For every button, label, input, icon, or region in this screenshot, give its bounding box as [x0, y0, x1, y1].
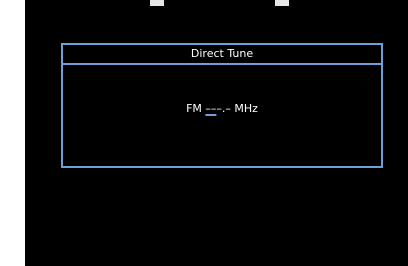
dialog-body: FM –––.– MHz — [63, 65, 381, 168]
screen-edge-notch — [275, 0, 289, 6]
band-label: FM — [186, 102, 202, 115]
remaining-digits: –.– — [216, 102, 231, 115]
tv-screen: Direct Tune FM –––.– MHz — [25, 0, 408, 266]
frequency-entry[interactable]: FM –––.– MHz — [63, 102, 381, 116]
unit-label: MHz — [234, 102, 258, 115]
entry-cursor-digits[interactable]: –– — [205, 102, 216, 115]
dialog-title: Direct Tune — [63, 45, 381, 65]
screen-edge-notch — [150, 0, 164, 6]
direct-tune-dialog: Direct Tune FM –––.– MHz — [61, 43, 383, 168]
